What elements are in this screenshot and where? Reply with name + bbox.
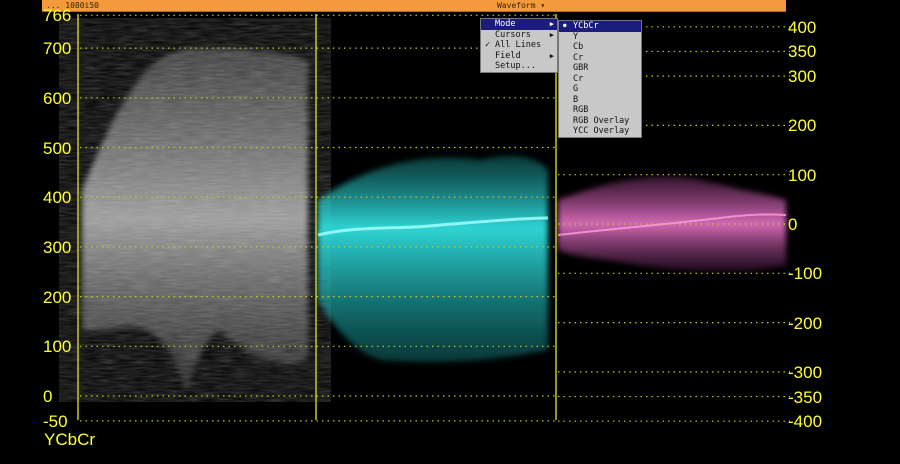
menu-item-all-lines[interactable]: All Lines ✓ — [481, 40, 557, 51]
right-axis-tick-label: -200 — [788, 313, 823, 333]
submenu-arrow-icon: ▶ — [549, 20, 554, 28]
mode-label: YCbCr — [44, 430, 96, 449]
mode-option-label: YCbCr — [573, 21, 599, 31]
mode-option[interactable]: RGB — [559, 105, 641, 116]
mode-option-label: B — [573, 94, 579, 105]
mode-option[interactable]: YCC Overlay — [559, 126, 641, 137]
left-axis-tick-label: 0 — [43, 387, 53, 406]
mode-option[interactable]: RGB Overlay — [559, 116, 641, 127]
submenu-arrow-icon: ▶ — [549, 51, 554, 60]
right-axis-tick-label: 0 — [788, 215, 798, 234]
left-axis-tick-label: 500 — [43, 138, 72, 158]
menu-item-label: Mode — [495, 19, 516, 29]
context-menu: Mode ▶ Cursors ▶ All Lines ✓ Field ▶ Setup... — [480, 18, 558, 73]
left-axis-tick-label: 200 — [43, 287, 72, 307]
y-trace — [82, 48, 308, 390]
menu-item-mode[interactable]: Mode ▶ — [481, 19, 557, 30]
mode-option-label: Cr — [573, 52, 584, 63]
left-axis-tick-label: 100 — [43, 337, 72, 357]
left-axis-tick-label: 700 — [43, 39, 72, 59]
cb-trace — [317, 155, 549, 362]
mode-option-label: Cr — [573, 73, 584, 84]
mode-option-label: GBR — [573, 63, 589, 73]
right-axis-tick-label: -100 — [788, 264, 823, 284]
menu-item-setup[interactable]: Setup... — [481, 61, 557, 72]
menu-item-field[interactable]: Field ▶ — [481, 51, 557, 62]
submenu-arrow-icon: ▶ — [549, 30, 554, 39]
mode-option-label: Y — [573, 31, 579, 42]
right-axis-tick-label: 400 — [788, 17, 817, 37]
left-axis-tick-label: 600 — [43, 88, 72, 108]
mode-option[interactable]: Cb — [559, 42, 641, 53]
mode-submenu: YCbCr ● Y Cb Cr GBR Cr G B RGB RGB Overlay YCC Over… — [558, 20, 642, 138]
menu-item-label: Field — [495, 50, 521, 61]
mode-option-label: YCC Overlay — [573, 126, 630, 136]
menu-item-label: Setup... — [495, 61, 536, 71]
right-axis-tick-label: 100 — [788, 165, 817, 185]
right-axis-tick-label: -350 — [788, 387, 823, 407]
mode-option[interactable]: Cr — [559, 53, 641, 64]
right-axis-tick-label: -400 — [788, 412, 823, 432]
mode-option-label: Cb — [573, 42, 584, 52]
mode-option[interactable]: Cr — [559, 74, 641, 85]
mode-option-label: RGB Overlay — [573, 115, 630, 126]
mode-option[interactable]: YCbCr ● — [559, 21, 641, 32]
checkmark-icon: ✓ — [485, 40, 491, 50]
mode-option[interactable]: Y — [559, 32, 641, 43]
mode-option[interactable]: GBR — [559, 63, 641, 74]
menu-item-label: All Lines — [495, 40, 542, 50]
waveform-display — [77, 14, 790, 422]
left-axis-tick-label: -50 — [43, 411, 68, 431]
menu-item-cursors[interactable]: Cursors ▶ — [481, 30, 557, 41]
mode-option-label: RGB — [573, 105, 589, 115]
right-axis-tick-label: 200 — [788, 116, 817, 136]
menu-item-label: Cursors — [495, 29, 531, 40]
mode-option[interactable]: G — [559, 84, 641, 95]
left-axis-tick-label: 300 — [43, 237, 72, 257]
right-axis-tick-label: 300 — [788, 67, 817, 87]
mode-option-label: G — [573, 84, 579, 94]
left-axis-tick-label: 766 — [43, 6, 72, 26]
left-axis-tick-label: 400 — [43, 188, 72, 208]
radio-selected-icon: ● — [563, 22, 567, 29]
right-axis-tick-label: 350 — [788, 42, 817, 62]
right-axis-tick-label: -300 — [788, 362, 823, 382]
mode-option[interactable]: B — [559, 95, 641, 106]
